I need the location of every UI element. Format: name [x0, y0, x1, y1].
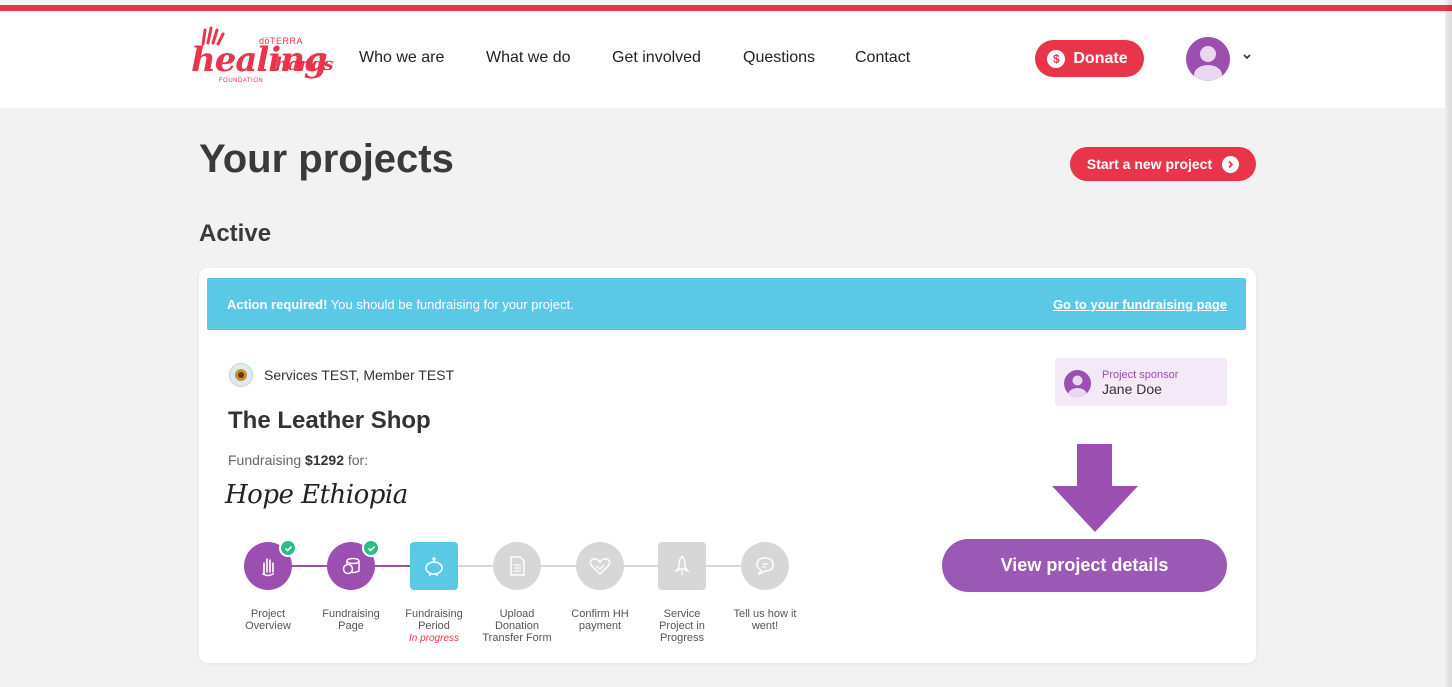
chevron-right-icon [1222, 155, 1240, 173]
dollar-coin-icon: $ [1047, 49, 1066, 68]
organization-logo-icon [229, 363, 253, 387]
action-required-banner: Action required! You should be fundraisi… [207, 278, 1246, 330]
piggy-bank-icon [425, 557, 443, 576]
user-avatar-icon[interactable] [1186, 37, 1230, 81]
step-label-tell-us: Tell us how it went! [733, 608, 797, 632]
step-fundraising-period[interactable] [410, 542, 458, 590]
organization-name: Services TEST, Member TEST [264, 367, 455, 383]
fund-suffix: for: [343, 452, 369, 468]
nav-who-we-are[interactable]: Who we are [359, 49, 444, 67]
donate-button-label: Donate [1073, 49, 1128, 67]
handshake-icon [589, 558, 611, 576]
site-logo[interactable]: dōTERRA healing hands FOUNDATION [189, 26, 334, 94]
logo-subtitle: FOUNDATION [219, 78, 264, 84]
banner-message: Action required! You should be fundraisi… [227, 297, 574, 312]
partner-logo: Hope Ethiopia [225, 480, 408, 510]
step-tell-us[interactable] [741, 542, 789, 590]
view-project-details-button[interactable]: View project details [942, 539, 1227, 592]
sponsor-label: Project sponsor [1102, 369, 1179, 381]
step-upload-donation-form[interactable] [493, 542, 541, 590]
fund-amount: $1292 [305, 452, 344, 468]
fundraising-summary: Fundraising $1292 for: [228, 452, 368, 468]
top-accent-bar [0, 0, 1452, 11]
step-label-service-project: Service Project in Progress [659, 608, 705, 644]
sponsor-avatar-icon [1064, 370, 1091, 397]
banner-text: You should be fundraising for your proje… [327, 297, 574, 312]
step-status-in-progress: In progress [408, 633, 460, 644]
chat-bubble-icon [756, 557, 774, 576]
start-new-project-button[interactable]: Start a new project [1070, 147, 1256, 181]
arrow-down-icon [1052, 444, 1138, 532]
logo-word-hands: hands [275, 54, 334, 75]
step-service-project[interactable] [658, 542, 706, 590]
nav-contact[interactable]: Contact [855, 49, 910, 67]
step-label-fundraising-page: Fundraising Page [322, 608, 380, 632]
step-label-confirm-payment: Confirm HH payment [571, 608, 629, 632]
step-confirm-payment[interactable] [576, 542, 624, 590]
step-label-fundraising-period: Fundraising Period [405, 608, 463, 632]
check-icon [279, 539, 297, 557]
window-edge-shadow [1445, 0, 1452, 687]
step-label-project-overview: Project Overview [245, 608, 291, 632]
banner-strong: Action required! [227, 297, 328, 312]
rocket-icon [674, 554, 690, 575]
check-icon [362, 539, 380, 557]
page-title: Your projects [199, 137, 454, 181]
fundraising-page-link[interactable]: Go to your fundraising page [1053, 297, 1227, 312]
fund-prefix: Fundraising [228, 452, 306, 468]
project-card: Action required! You should be fundraisi… [199, 268, 1256, 663]
chevron-down-icon[interactable] [1240, 52, 1254, 62]
coins-icon [342, 557, 360, 575]
section-title-active: Active [199, 220, 272, 247]
project-title: The Leather Shop [228, 407, 431, 434]
step-label-upload-donation-form: Upload Donation Transfer Form [482, 608, 552, 644]
nav-get-involved[interactable]: Get involved [612, 49, 701, 67]
nav-questions[interactable]: Questions [743, 49, 815, 67]
nav-what-we-do[interactable]: What we do [486, 49, 570, 67]
donate-button[interactable]: $ Donate [1035, 40, 1144, 77]
hand-icon [262, 558, 274, 577]
project-sponsor-badge: Project sponsor Jane Doe [1055, 358, 1227, 406]
start-new-project-label: Start a new project [1086, 156, 1213, 172]
sponsor-name: Jane Doe [1102, 381, 1162, 397]
document-icon [510, 556, 525, 576]
